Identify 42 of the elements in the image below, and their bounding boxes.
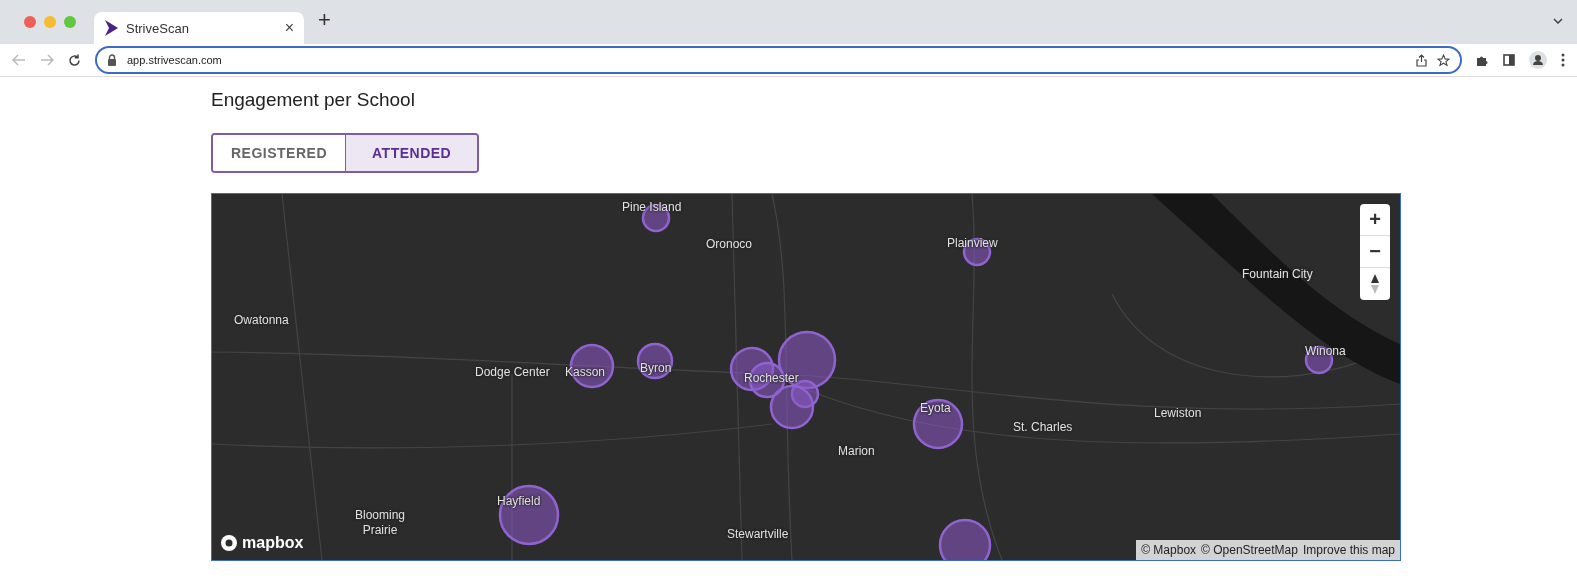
close-window-button[interactable]	[24, 16, 36, 28]
mapbox-wordmark: mapbox	[242, 534, 304, 552]
zoom-in-button[interactable]: +	[1360, 204, 1390, 236]
school-bubble[interactable]	[636, 342, 674, 380]
attribution-link[interactable]: Improve this map	[1302, 543, 1395, 557]
place-label: Fountain City	[1242, 267, 1313, 282]
place-label: Dodge Center	[475, 365, 550, 380]
place-label: Lewiston	[1154, 406, 1202, 421]
close-tab-button[interactable]: ×	[284, 19, 294, 37]
place-label: Blooming Prairie	[354, 508, 406, 538]
place-label: Oronoco	[706, 237, 753, 252]
mapbox-logo-icon	[220, 534, 238, 552]
section-title: Engagement per School	[211, 89, 416, 111]
browser-tab[interactable]: StriveScan ×	[94, 12, 304, 44]
place-label: Hayfield	[497, 494, 541, 509]
place-label: Kasson	[565, 365, 606, 380]
chevron-logo-icon	[104, 20, 118, 36]
reload-icon[interactable]	[68, 53, 81, 67]
map[interactable]	[211, 193, 1401, 561]
place-label: Marion	[838, 444, 875, 459]
toggle-option[interactable]: ATTENDED	[345, 135, 478, 171]
side-panel-icon[interactable]	[1503, 54, 1515, 66]
attribution-link[interactable]: © Mapbox	[1141, 543, 1197, 557]
place-label: Stewartville	[727, 527, 789, 542]
lock-icon	[107, 54, 117, 66]
place-label: Owatonna	[234, 313, 289, 328]
place-label: Eyota	[920, 401, 951, 416]
place-label: Byron	[640, 361, 672, 376]
place-label: Rochester	[744, 371, 799, 386]
school-bubble[interactable]	[498, 484, 560, 546]
place-label: St. Charles	[1013, 420, 1073, 435]
address-bar[interactable]: app.strivescan.com	[95, 46, 1462, 74]
attribution-link[interactable]: © OpenStreetMap	[1201, 543, 1298, 557]
chevron-down-icon[interactable]	[1553, 18, 1563, 24]
zoom-out-button[interactable]: −	[1360, 236, 1390, 268]
compass-icon[interactable]	[1370, 273, 1380, 295]
school-bubble[interactable]	[912, 398, 964, 450]
star-icon[interactable]	[1437, 53, 1450, 67]
profile-avatar-icon[interactable]	[1529, 51, 1547, 69]
share-icon[interactable]	[1416, 53, 1427, 67]
more-menu-icon[interactable]	[1561, 53, 1565, 67]
new-tab-button[interactable]: +	[318, 7, 331, 33]
